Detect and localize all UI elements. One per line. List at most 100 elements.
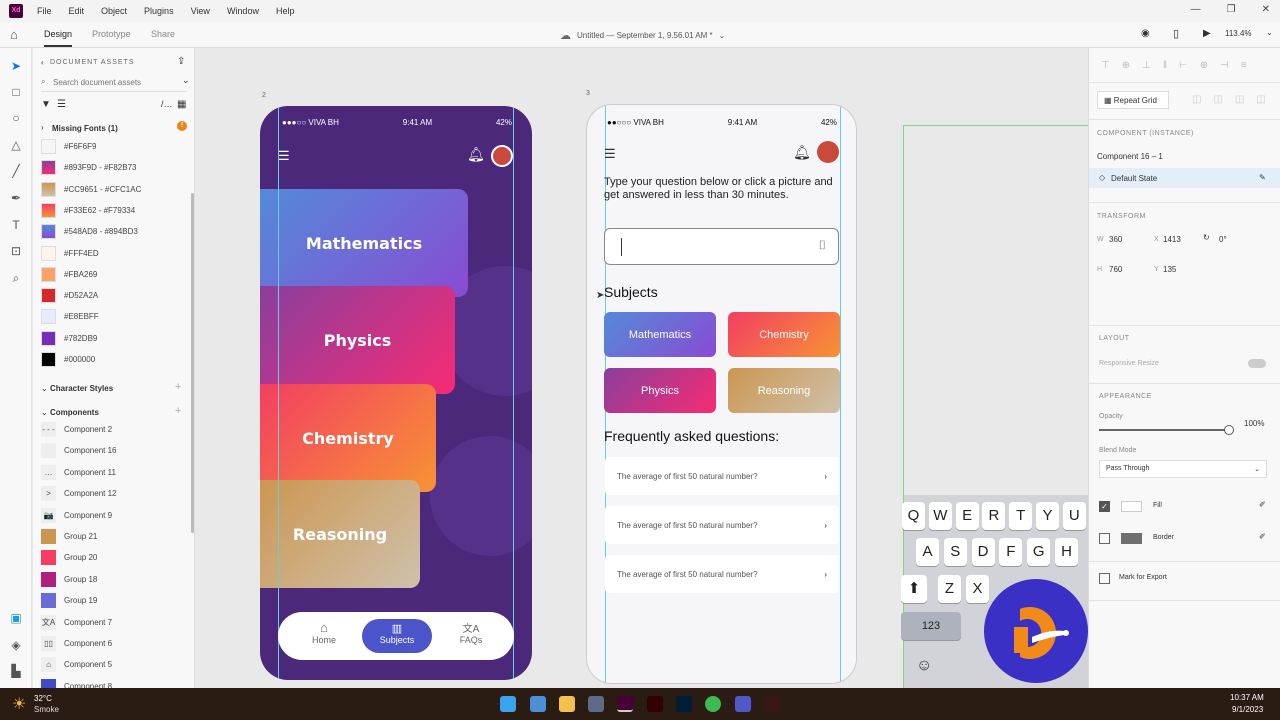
opacity-value[interactable]: 100% (1244, 419, 1264, 428)
x-field[interactable]: 1413 (1163, 235, 1181, 244)
keyboard-key[interactable]: G (1027, 538, 1051, 566)
subject-mathematics[interactable]: Mathematics (604, 312, 716, 357)
subject-physics[interactable]: Physics (604, 368, 716, 413)
document-title[interactable]: ☁ Untitled — September 1, 9.56.01 AM * ⌄ (560, 29, 725, 42)
component-item[interactable]: ⌂ Component 5 (41, 657, 112, 673)
eyedropper-icon[interactable]: ✐ (1259, 532, 1266, 541)
card-reasoning[interactable]: Reasoning (260, 480, 420, 588)
filter-icon[interactable]: ▼ (41, 99, 51, 110)
weather-icon[interactable]: ☀ (12, 694, 26, 714)
opacity-slider[interactable] (1099, 429, 1229, 431)
export-icon[interactable]: ⇪ (177, 56, 185, 67)
component-item[interactable]: ▯▯ Component 6 (41, 636, 112, 651)
teams-icon[interactable] (735, 696, 751, 712)
add-icon[interactable]: + (175, 405, 181, 417)
keyboard-key[interactable]: U (1062, 502, 1086, 530)
component-item[interactable]: - - - Component 2 (41, 422, 112, 437)
keyboard-key[interactable]: D (971, 538, 995, 566)
restore-icon[interactable]: ❐ (1227, 4, 1236, 15)
keyboard-key[interactable]: W (928, 502, 952, 530)
rotation-field[interactable]: 0° (1219, 235, 1227, 244)
border-checkbox[interactable] (1099, 533, 1110, 544)
keyboard-key[interactable]: ⬆ (901, 575, 927, 603)
artboard-home[interactable]: ●●○○○ VIVA BH 9:41 AM 42% ☰ 🔔︎ Type your… (586, 104, 857, 684)
sort-icon[interactable]: ☰ (57, 99, 66, 110)
pen-tool-icon[interactable]: ✒ (9, 191, 23, 205)
select-tool-icon[interactable]: ➤ (9, 59, 23, 73)
acrobat-icon[interactable] (764, 696, 780, 712)
blend-mode-select[interactable]: Pass Through ⌄ (1099, 460, 1267, 478)
grid-view-icon[interactable]: ▦ (177, 99, 186, 110)
keyboard-key[interactable]: H (1055, 538, 1078, 566)
keyboard-key[interactable]: A (916, 538, 939, 566)
collapse-chevron-icon[interactable]: ⌄ (41, 408, 48, 417)
avatar[interactable] (491, 145, 513, 167)
photoshop-icon[interactable] (676, 696, 692, 712)
faq-item[interactable]: The average of first 50 natural number? › (605, 555, 839, 593)
device-preview-icon[interactable]: ▯ (1173, 27, 1179, 40)
tab-prototype[interactable]: Prototype (92, 29, 131, 39)
eyedropper-icon[interactable]: ✐ (1259, 500, 1266, 509)
opacity-slider-handle[interactable] (1224, 425, 1234, 435)
file-explorer-icon[interactable] (559, 696, 575, 712)
character-styles-header[interactable]: Character Styles (50, 384, 113, 393)
components-header[interactable]: Components (50, 408, 99, 417)
keyboard-key[interactable]: Q (902, 502, 925, 530)
color-swatch-item[interactable]: #F6F6F9 (41, 139, 96, 154)
list-view-icon[interactable]: /… (161, 99, 173, 109)
faq-item[interactable]: The average of first 50 natural number? › (605, 506, 839, 544)
bell-icon[interactable]: 🔔︎ (467, 146, 485, 163)
ellipse-tool-icon[interactable]: ○ (9, 111, 23, 125)
bell-icon[interactable]: 🔔︎ (793, 144, 811, 161)
search-dropdown-icon[interactable]: ⌄ (182, 75, 190, 86)
color-swatch-item[interactable]: #000000 (41, 352, 95, 367)
keyboard-key[interactable]: T (1009, 502, 1033, 530)
hamburger-menu-icon[interactable]: ☰ (278, 148, 290, 164)
color-swatch-item[interactable]: #F33E62 - #F79334 (41, 202, 135, 218)
card-chemistry[interactable]: Chemistry (260, 384, 436, 492)
artboard-label[interactable]: 3 (586, 90, 590, 97)
zoom-level[interactable]: 113.4% (1225, 29, 1252, 38)
artboard-label[interactable]: 2 (262, 92, 266, 99)
canvas[interactable]: 2 ●●●○○ VIVA BH 9:41 AM 42% ☰ 🔔︎ Mathema… (195, 48, 1088, 688)
keyboard-key[interactable]: E (955, 502, 979, 530)
asset-search-input[interactable] (53, 75, 173, 89)
question-input[interactable]: ⌷ (604, 228, 839, 265)
assets-icon[interactable]: ▣ (9, 611, 23, 625)
share-user-icon[interactable]: ◉ (1141, 28, 1150, 39)
color-swatch-item[interactable]: #E8EBFF (41, 309, 99, 325)
color-swatch-item[interactable]: #CC9651 - #CFC1AC (41, 181, 141, 197)
expand-chevron-icon[interactable]: › (41, 123, 44, 132)
height-field[interactable]: 760 (1109, 265, 1122, 274)
align-tools[interactable]: ⊤ ⊕ ⊥ ‖ ⊢ ⊕ ⊣ ≡ (1101, 60, 1247, 71)
rectangle-tool-icon[interactable]: □ (9, 85, 23, 99)
store-icon[interactable] (588, 696, 604, 712)
nav-home[interactable]: ⌂ Home (294, 620, 354, 645)
text-tool-icon[interactable]: T (9, 218, 23, 232)
color-swatch-item[interactable]: #893F9D - #F82B73 (41, 160, 137, 176)
component-item[interactable]: Group 20 (41, 550, 97, 566)
component-item[interactable]: > Component 12 (41, 486, 116, 502)
menu-view[interactable]: View (191, 6, 210, 16)
collapse-chevron-icon[interactable]: ⌄ (41, 384, 48, 393)
boolean-tools[interactable]: ◫ ◫ ◫ ◫ (1192, 94, 1266, 105)
menu-file[interactable]: File (37, 6, 52, 16)
fill-checkbox[interactable]: ✓ (1099, 501, 1110, 512)
color-swatch-item[interactable]: #D52A2A (41, 288, 98, 304)
zoom-tool-icon[interactable]: ⌕ (9, 271, 23, 285)
component-item[interactable]: Group 19 (41, 593, 97, 609)
add-icon[interactable]: + (175, 381, 181, 393)
numbers-key[interactable]: 123 (901, 612, 961, 640)
menu-plugins[interactable]: Plugins (144, 6, 174, 16)
component-item[interactable]: Group 21 (41, 529, 97, 544)
card-mathematics[interactable]: Mathematics (260, 189, 468, 297)
hamburger-menu-icon[interactable]: ☰ (604, 146, 616, 162)
nav-subjects[interactable]: ▥ Subjects (362, 619, 432, 653)
artboard-tool-icon[interactable]: ⊡ (9, 244, 23, 258)
card-physics[interactable]: Physics (260, 286, 455, 394)
export-checkbox[interactable] (1099, 573, 1110, 584)
repeat-grid-button[interactable]: ▦ Repeat Grid (1097, 91, 1169, 109)
menu-help[interactable]: Help (276, 6, 295, 16)
tab-design[interactable]: Design (44, 29, 73, 47)
border-swatch[interactable] (1121, 533, 1142, 544)
